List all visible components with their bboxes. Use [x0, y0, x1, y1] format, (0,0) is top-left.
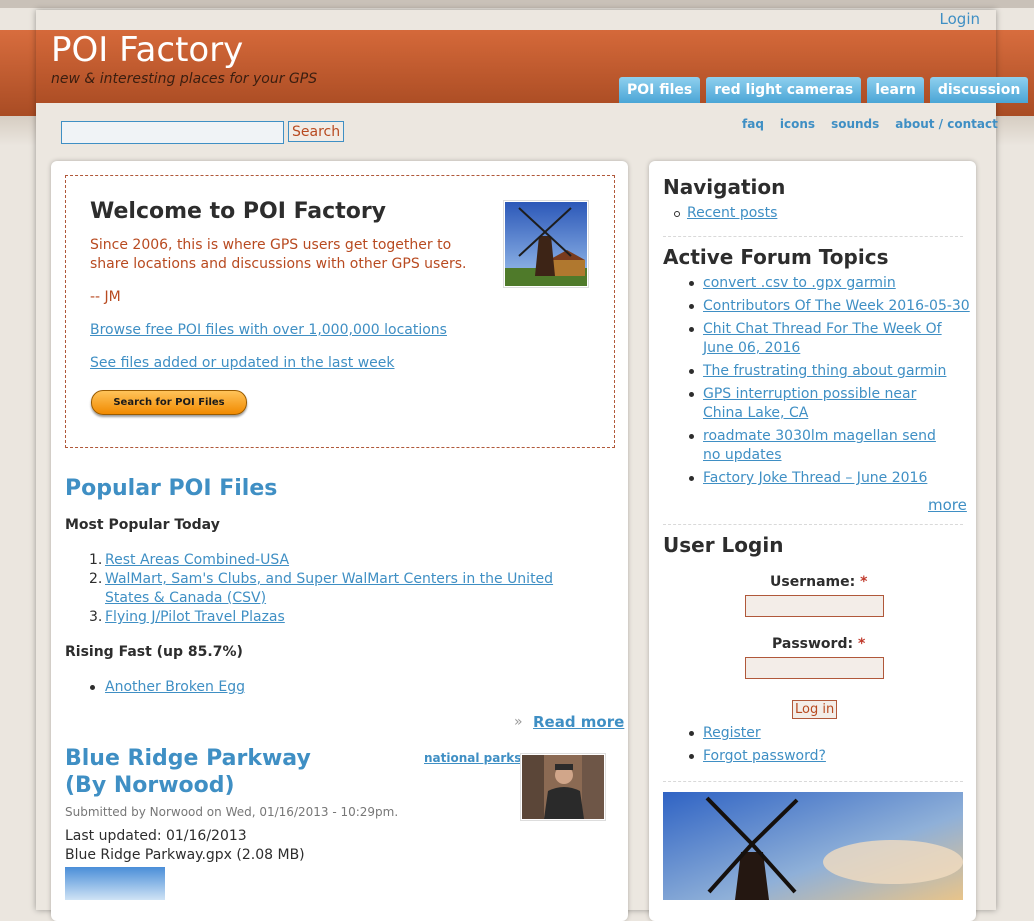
- list-number-2: 2.: [89, 571, 103, 587]
- page-top-strip: [0, 0, 1034, 8]
- faq-link[interactable]: faq: [742, 117, 764, 131]
- popular-files-title[interactable]: Popular POI Files: [65, 476, 277, 501]
- password-field[interactable]: [745, 657, 884, 679]
- login-link[interactable]: Login: [940, 10, 980, 28]
- forum-topic-4[interactable]: The frustrating thing about garmin: [703, 362, 946, 381]
- read-more-arrow-icon: »: [514, 714, 523, 730]
- log-in-button[interactable]: Log in: [792, 700, 838, 719]
- tab-red-light-cameras[interactable]: red light cameras: [706, 77, 862, 103]
- tab-learn[interactable]: learn: [867, 77, 924, 103]
- user-login-title: User Login: [663, 533, 784, 557]
- windmill-thumbnail[interactable]: [503, 200, 589, 288]
- register-link[interactable]: Register: [703, 724, 761, 743]
- tab-discussion[interactable]: discussion: [929, 77, 1029, 103]
- bullet: [689, 392, 694, 397]
- forum-topic-1[interactable]: convert .csv to .gpx garmin: [703, 274, 896, 293]
- username-field[interactable]: [745, 595, 884, 617]
- site-name[interactable]: POI Factory: [51, 30, 243, 70]
- welcome-title: Welcome to POI Factory: [90, 199, 387, 224]
- secondary-links: faq icons sounds about / contact: [742, 117, 998, 131]
- node-image[interactable]: [65, 867, 165, 900]
- navigation-title: Navigation: [663, 175, 786, 199]
- browse-files-link[interactable]: Browse free POI files with over 1,000,00…: [90, 322, 447, 338]
- bullet: [689, 327, 694, 332]
- forum-topic-3[interactable]: Chit Chat Thread For The Week Of June 06…: [703, 320, 948, 358]
- node-file: Blue Ridge Parkway.gpx (2.08 MB): [65, 847, 305, 863]
- divider: [663, 781, 963, 782]
- bullet: [689, 304, 694, 309]
- forum-topic-7[interactable]: Factory Joke Thread – June 2016: [703, 469, 927, 488]
- bullet: [90, 685, 95, 690]
- bullet: [689, 281, 694, 286]
- bullet: [689, 754, 694, 759]
- read-more-link[interactable]: Read more: [533, 713, 624, 731]
- author-photo[interactable]: [520, 753, 606, 821]
- rising-item-1[interactable]: Another Broken Egg: [105, 678, 245, 697]
- bullet: [674, 211, 680, 217]
- about-contact-link[interactable]: about / contact: [895, 117, 998, 131]
- welcome-intro: Since 2006, this is where GPS users get …: [90, 237, 467, 272]
- windmill-banner-image[interactable]: [663, 792, 963, 900]
- bullet: [689, 434, 694, 439]
- most-popular-today-label: Most Popular Today: [65, 517, 220, 533]
- required-mark: *: [860, 574, 868, 590]
- icons-link[interactable]: icons: [780, 117, 815, 131]
- node-tag[interactable]: national parks: [424, 751, 521, 765]
- forum-topic-5[interactable]: GPS interruption possible near China Lak…: [703, 385, 958, 423]
- bullet: [689, 369, 694, 374]
- forgot-password-link[interactable]: Forgot password?: [703, 747, 826, 766]
- divider: [663, 524, 963, 525]
- forum-topics-title: Active Forum Topics: [663, 245, 889, 269]
- username-label: Username: *: [770, 574, 868, 590]
- welcome-signature: -- JM: [90, 289, 121, 305]
- forum-topic-2[interactable]: Contributors Of The Week 2016-05-30: [703, 297, 970, 316]
- sounds-link[interactable]: sounds: [831, 117, 879, 131]
- node-title[interactable]: Blue Ridge Parkway (By Norwood): [65, 745, 355, 799]
- required-mark: *: [857, 636, 866, 652]
- tab-poi-files[interactable]: POI files: [619, 77, 701, 103]
- search-poi-files-button[interactable]: Search for POI Files: [91, 390, 247, 415]
- top-bar: [36, 10, 996, 30]
- popular-item-1[interactable]: Rest Areas Combined-USA: [105, 551, 289, 570]
- forum-topic-6[interactable]: roadmate 3030lm magellan send no updates: [703, 427, 953, 465]
- site-slogan: new & interesting places for your GPS: [51, 71, 318, 87]
- list-number-3: 3.: [89, 609, 103, 625]
- search-button[interactable]: Search: [288, 121, 345, 142]
- password-label: Password: *: [772, 636, 866, 652]
- bullet: [689, 731, 694, 736]
- nav-recent-posts[interactable]: Recent posts: [687, 204, 777, 223]
- popular-item-3[interactable]: Flying J/Pilot Travel Plazas: [105, 608, 285, 627]
- bullet: [689, 476, 694, 481]
- search-input[interactable]: [61, 121, 284, 144]
- forum-more-link[interactable]: more: [928, 496, 967, 515]
- node-last-updated: Last updated: 01/16/2013: [65, 828, 247, 844]
- node-submitted: Submitted by Norwood on Wed, 01/16/2013 …: [65, 805, 399, 819]
- divider: [663, 236, 963, 237]
- rising-fast-label: Rising Fast (up 85.7%): [65, 644, 243, 660]
- list-number-1: 1.: [89, 552, 103, 568]
- recent-files-link[interactable]: See files added or updated in the last w…: [90, 355, 395, 371]
- popular-item-2[interactable]: WalMart, Sam's Clubs, and Super WalMart …: [105, 570, 595, 608]
- primary-tabs: POI files red light cameras learn discus…: [619, 77, 1029, 103]
